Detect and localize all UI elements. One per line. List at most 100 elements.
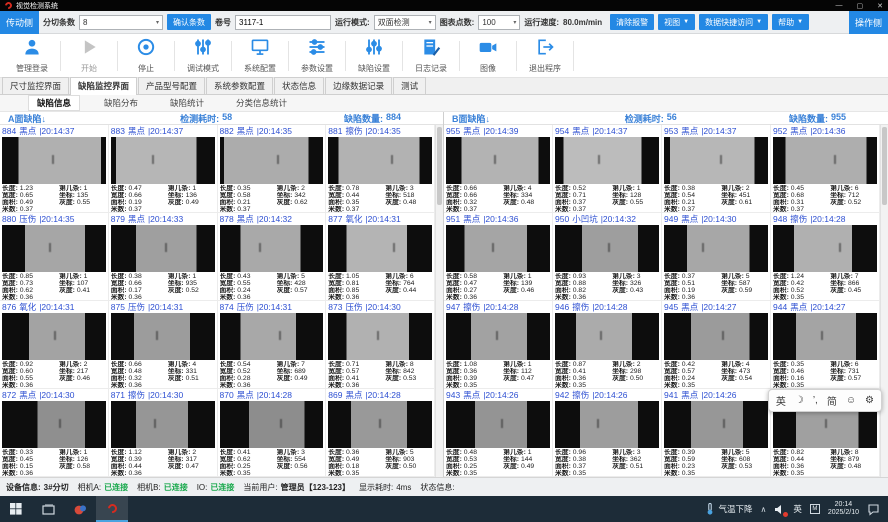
defect-cell[interactable]: 948 擦伤 | 20:14:28 长度: 1.24 宽度: 0.42 面积: …	[771, 213, 880, 301]
defect-cell[interactable]: 884 黑点 | 20:14:37 长度: 1.23 宽度: 0.65 面积: …	[0, 125, 109, 213]
action-sliders-vertical2-button[interactable]: 缺陷设置	[348, 37, 400, 74]
defect-image[interactable]	[111, 313, 215, 360]
clear-alarm-button[interactable]: 清除报警	[610, 14, 654, 30]
defect-image[interactable]	[773, 313, 877, 360]
defect-image[interactable]	[328, 401, 432, 448]
defect-cell[interactable]: 882 黑点 | 20:14:35 长度: 0.35 宽度: 0.58 面积: …	[218, 125, 327, 213]
defect-image[interactable]	[220, 225, 324, 272]
panel-b-title[interactable]: B面缺陷↓	[452, 112, 490, 125]
subtab-2[interactable]: 缺陷统计	[162, 96, 212, 110]
start-button[interactable]	[0, 496, 32, 522]
ime-mode-icon[interactable]: M	[810, 504, 820, 514]
slit-count-select[interactable]: 8 ▾	[79, 15, 163, 30]
defect-cell[interactable]: 954 黑点 | 20:14:37 长度: 0.52 宽度: 0.71 面积: …	[553, 125, 662, 213]
defect-image[interactable]	[446, 225, 550, 272]
ime-language-indicator[interactable]: 英	[793, 503, 802, 515]
defect-image[interactable]	[328, 137, 432, 184]
action-sliders-vertical-button[interactable]: 调试模式	[177, 37, 229, 74]
defect-cell[interactable]: 952 黑点 | 20:14:36 长度: 0.45 宽度: 0.68 面积: …	[771, 125, 880, 213]
defect-image[interactable]	[664, 401, 768, 448]
close-button[interactable]: ✕	[877, 2, 883, 10]
task-view-button[interactable]	[32, 496, 64, 522]
defect-cell[interactable]: 946 擦伤 | 20:14:28 长度: 0.87 宽度: 0.41 面积: …	[553, 301, 662, 389]
notification-center-icon[interactable]	[867, 503, 880, 516]
tab-3[interactable]: 系统参数配置	[206, 77, 273, 94]
action-log-button[interactable]: 日志记录	[405, 37, 457, 74]
drive-side-button[interactable]: 传动侧	[0, 11, 39, 34]
defect-image[interactable]	[773, 137, 877, 184]
tab-4[interactable]: 状态信息	[274, 77, 324, 94]
action-monitor-button[interactable]: 系统配置	[234, 37, 286, 74]
defect-cell[interactable]: 871 擦伤 | 20:14:30 长度: 1.12 宽度: 0.39 面积: …	[109, 389, 218, 477]
defect-image[interactable]	[446, 313, 550, 360]
subtab-1[interactable]: 缺陷分布	[96, 96, 146, 110]
tab-5[interactable]: 边缘数据记录	[325, 77, 392, 94]
defect-cell[interactable]: 942 擦伤 | 20:14:26 长度: 0.96 宽度: 0.38 面积: …	[553, 389, 662, 477]
clock[interactable]: 20:14 2025/2/10	[828, 501, 859, 517]
ime-punctuation-toggle[interactable]: ’,	[813, 395, 818, 406]
defect-image[interactable]	[111, 401, 215, 448]
defect-cell[interactable]: 869 黑点 | 20:14:28 长度: 0.36 宽度: 0.49 面积: …	[326, 389, 435, 477]
defect-cell[interactable]: 944 黑点 | 20:14:27 长度: 0.35 宽度: 0.46 面积: …	[771, 301, 880, 389]
defect-cell[interactable]: 877 氧化 | 20:14:31 长度: 1.05 宽度: 0.81 面积: …	[326, 213, 435, 301]
defect-cell[interactable]: 949 黑点 | 20:14:30 长度: 0.37 宽度: 0.51 面积: …	[662, 213, 771, 301]
defect-image[interactable]	[111, 137, 215, 184]
defect-image[interactable]	[328, 225, 432, 272]
chart-points-select[interactable]: 100 ▾	[478, 15, 520, 30]
defect-image[interactable]	[555, 401, 659, 448]
defect-cell[interactable]: 881 擦伤 | 20:14:35 长度: 0.78 宽度: 0.44 面积: …	[326, 125, 435, 213]
defect-image[interactable]	[220, 137, 324, 184]
weather-widget[interactable]: 气温下降	[706, 503, 752, 515]
defect-image[interactable]	[111, 225, 215, 272]
roll-number-input[interactable]	[235, 15, 331, 30]
defect-image[interactable]	[220, 313, 324, 360]
tray-expand-chevron[interactable]: ∧	[760, 505, 766, 514]
panel-b-scrollbar[interactable]	[880, 125, 888, 477]
action-exit-button[interactable]: 退出程序	[519, 37, 571, 74]
scrollbar-thumb[interactable]	[882, 127, 887, 205]
defect-image[interactable]	[2, 313, 106, 360]
defect-image[interactable]	[446, 401, 550, 448]
defect-cell[interactable]: 955 黑点 | 20:14:39 长度: 0.66 宽度: 0.66 面积: …	[444, 125, 553, 213]
tab-6[interactable]: 测试	[393, 77, 426, 94]
defect-image[interactable]	[555, 313, 659, 360]
defect-cell[interactable]: 870 黑点 | 20:14:28 长度: 0.41 宽度: 0.62 面积: …	[218, 389, 327, 477]
defect-cell[interactable]: 945 黑点 | 20:14:27 长度: 0.42 宽度: 0.57 面积: …	[662, 301, 771, 389]
ime-simplified-toggle[interactable]: 简	[827, 393, 837, 408]
defect-image[interactable]	[446, 137, 550, 184]
defect-cell[interactable]: 883 黑点 | 20:14:37 长度: 0.47 宽度: 0.66 面积: …	[109, 125, 218, 213]
view-menu-button[interactable]: 视图 ▼	[658, 14, 695, 30]
defect-image[interactable]	[555, 137, 659, 184]
action-user-button[interactable]: 管理登录	[6, 37, 58, 74]
data-quick-access-menu-button[interactable]: 数据快捷访问 ▼	[699, 14, 768, 30]
defect-cell[interactable]: 873 压伤 | 20:14:30 长度: 0.71 宽度: 0.57 面积: …	[326, 301, 435, 389]
action-play-button[interactable]: 开始	[63, 37, 115, 74]
defect-cell[interactable]: 875 压伤 | 20:14:31 长度: 0.66 宽度: 0.48 面积: …	[109, 301, 218, 389]
maximize-button[interactable]: ▢	[857, 2, 864, 10]
active-app-button[interactable]	[96, 496, 128, 522]
defect-cell[interactable]: 879 黑点 | 20:14:33 长度: 0.38 宽度: 0.66 面积: …	[109, 213, 218, 301]
defect-image[interactable]	[2, 225, 106, 272]
confirm-count-button[interactable]: 确认条数	[167, 14, 211, 30]
run-mode-select[interactable]: 双面检测 ▾	[374, 15, 436, 30]
defect-cell[interactable]: 874 压伤 | 20:14:31 长度: 0.54 宽度: 0.52 面积: …	[218, 301, 327, 389]
subtab-0[interactable]: 缺陷信息	[28, 95, 80, 111]
defect-cell[interactable]: 876 氧化 | 20:14:31 长度: 0.92 宽度: 0.60 面积: …	[0, 301, 109, 389]
pinned-app-button[interactable]	[64, 496, 96, 522]
tab-1[interactable]: 缺陷监控界面	[70, 77, 137, 95]
defect-image[interactable]	[664, 225, 768, 272]
defect-cell[interactable]: 943 黑点 | 20:14:26 长度: 0.48 宽度: 0.53 面积: …	[444, 389, 553, 477]
defect-cell[interactable]: 878 黑点 | 20:14:32 长度: 0.43 宽度: 0.55 面积: …	[218, 213, 327, 301]
minimize-button[interactable]: —	[836, 2, 843, 10]
defect-image[interactable]	[773, 225, 877, 272]
defect-cell[interactable]: 947 擦伤 | 20:14:28 长度: 1.08 宽度: 0.36 面积: …	[444, 301, 553, 389]
scrollbar-thumb[interactable]	[437, 127, 442, 205]
defect-image[interactable]	[328, 313, 432, 360]
defect-image[interactable]	[555, 225, 659, 272]
action-sliders-horizontal-button[interactable]: 参数设置	[291, 37, 343, 74]
defect-cell[interactable]: 872 黑点 | 20:14:30 长度: 0.33 宽度: 0.45 面积: …	[0, 389, 109, 477]
panel-a-scrollbar[interactable]	[435, 125, 443, 477]
action-stop-button[interactable]: 停止	[120, 37, 172, 74]
defect-cell[interactable]: 950 小凹坑 | 20:14:32 长度: 0.93 宽度: 0.88 面积:…	[553, 213, 662, 301]
ime-night-mode-icon[interactable]: ☽	[795, 395, 804, 406]
